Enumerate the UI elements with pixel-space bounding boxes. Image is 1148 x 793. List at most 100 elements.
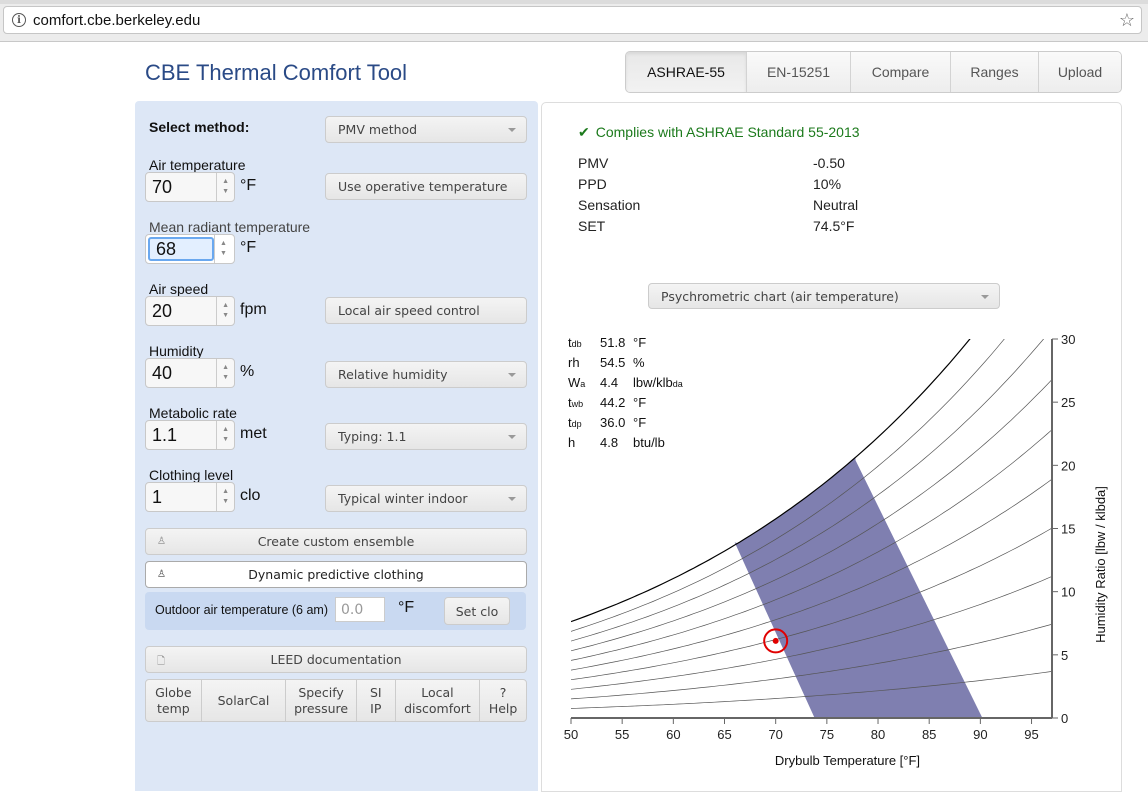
- globe-temp-button[interactable]: Globe temp: [146, 680, 201, 721]
- metabolic-rate-input[interactable]: 1.1 ▲ ▼: [145, 420, 235, 450]
- user-icon: ♙: [157, 536, 166, 547]
- url-text[interactable]: comfort.cbe.berkeley.edu: [33, 12, 200, 29]
- user-icon: ♙: [157, 569, 166, 580]
- air-temperature-input[interactable]: 70 ▲ ▼: [145, 172, 235, 202]
- x-tick-label: 90: [973, 727, 987, 742]
- metabolic-rate-label: Metabolic rate: [149, 405, 237, 421]
- y-tick-label: 30: [1061, 332, 1075, 347]
- specify-pressure-button[interactable]: Specify pressure: [285, 680, 356, 721]
- chevron-down-icon: [508, 435, 516, 439]
- air-speed-unit: fpm: [240, 301, 267, 318]
- outdoor-temperature-input[interactable]: 0.0: [335, 597, 385, 622]
- activity-value: Typing: 1.1: [338, 429, 407, 444]
- spinner-arrows-icon[interactable]: ▲ ▼: [216, 421, 234, 449]
- method-select[interactable]: PMV method: [325, 116, 527, 143]
- air-temperature-value[interactable]: 70: [146, 173, 216, 201]
- clothing-ensemble-select[interactable]: Typical winter indoor: [325, 485, 527, 512]
- tab-ranges[interactable]: Ranges: [950, 52, 1038, 92]
- tab-en-15251[interactable]: EN-15251: [746, 52, 850, 92]
- browser-toolbar: i comfort.cbe.berkeley.edu ☆: [0, 0, 1148, 42]
- leed-documentation-label: LEED documentation: [270, 652, 402, 667]
- set-clo-button[interactable]: Set clo: [444, 597, 510, 625]
- ppd-label: PPD: [578, 176, 607, 192]
- activity-select[interactable]: Typing: 1.1: [325, 423, 527, 450]
- outdoor-temperature-panel: Outdoor air temperature (6 am) 0.0 °F Se…: [145, 592, 526, 630]
- y-tick-label: 10: [1061, 585, 1075, 600]
- clothing-level-unit: clo: [240, 487, 261, 504]
- create-custom-ensemble-label: Create custom ensemble: [257, 534, 415, 549]
- chevron-down-icon: [508, 373, 516, 377]
- x-tick-label: 55: [615, 727, 629, 742]
- tab-ashrae-55[interactable]: ASHRAE-55: [626, 52, 746, 92]
- app-title: CBE Thermal Comfort Tool: [145, 60, 408, 85]
- compliance-text: Complies with ASHRAE Standard 55-2013: [595, 124, 860, 140]
- humidity-value[interactable]: 40: [146, 359, 216, 387]
- spinner-arrows-icon[interactable]: ▲ ▼: [216, 297, 234, 325]
- tab-upload[interactable]: Upload: [1038, 52, 1121, 92]
- y-tick-label: 0: [1061, 711, 1068, 726]
- chevron-down-icon: [981, 295, 989, 299]
- x-tick-label: 70: [768, 727, 782, 742]
- set-value: 74.5°F: [813, 218, 855, 234]
- si-ip-toggle-button[interactable]: SI IP: [355, 680, 395, 721]
- set-label: SET: [578, 218, 606, 234]
- chevron-down-icon: [508, 128, 516, 132]
- psychrometric-chart[interactable]: 50 55 60 65 70 75 80 85 90 95 0 5 10 15 20 25 30 Drybulb …: [542, 323, 1123, 793]
- pmv-label: PMV: [578, 155, 609, 171]
- current-condition-point: [772, 637, 779, 644]
- mean-radiant-temperature-input[interactable]: 68 ▲ ▼: [145, 234, 235, 264]
- spinner-arrows-icon[interactable]: ▲ ▼: [216, 359, 234, 387]
- sensation-label: Sensation: [578, 197, 641, 213]
- use-operative-temperature-button[interactable]: Use operative temperature: [325, 173, 527, 200]
- y-axis-label: Humidity Ratio [lbw / klbda]: [1093, 486, 1108, 643]
- humidity-type-select[interactable]: Relative humidity: [325, 361, 527, 388]
- leed-documentation-button[interactable]: 🗋 LEED documentation: [145, 646, 527, 673]
- clothing-level-input[interactable]: 1 ▲ ▼: [145, 482, 235, 512]
- metabolic-rate-value[interactable]: 1.1: [146, 421, 216, 449]
- comfort-zone: [734, 457, 983, 718]
- compliance-status: ✔ Complies with ASHRAE Standard 55-2013: [578, 124, 860, 141]
- spinner-arrows-icon[interactable]: ▲ ▼: [216, 173, 234, 201]
- x-tick-label: 60: [666, 727, 680, 742]
- dynamic-predictive-clothing-button[interactable]: ♙ Dynamic predictive clothing: [145, 561, 527, 588]
- y-tick-label: 15: [1061, 522, 1075, 537]
- y-tick-label: 5: [1061, 648, 1068, 663]
- input-panel: Select method: PMV method Air temperatur…: [135, 101, 538, 791]
- chart-type-select[interactable]: Psychrometric chart (air temperature): [648, 283, 1000, 309]
- help-button[interactable]: ? Help: [479, 680, 526, 721]
- address-bar[interactable]: i comfort.cbe.berkeley.edu ☆: [3, 6, 1142, 34]
- air-temperature-label: Air temperature: [149, 157, 246, 173]
- spinner-arrows-icon[interactable]: ▲ ▼: [214, 235, 232, 263]
- info-icon[interactable]: i: [12, 13, 26, 27]
- air-speed-input[interactable]: 20 ▲ ▼: [145, 296, 235, 326]
- pmv-value: -0.50: [813, 155, 845, 171]
- spinner-arrows-icon[interactable]: ▲ ▼: [216, 483, 234, 511]
- x-tick-label: 65: [717, 727, 731, 742]
- ppd-value: 10%: [813, 176, 842, 192]
- star-icon[interactable]: ☆: [1119, 10, 1135, 31]
- x-tick-label: 75: [820, 727, 834, 742]
- mean-radiant-temperature-value[interactable]: 68: [148, 237, 214, 261]
- humidity-label: Humidity: [149, 343, 204, 359]
- sensation-value: Neutral: [813, 197, 859, 213]
- checkmark-icon: ✔: [578, 124, 590, 140]
- method-label: Select method:: [149, 119, 250, 135]
- chart-type-value: Psychrometric chart (air temperature): [661, 288, 899, 304]
- solarcal-button[interactable]: SolarCal: [200, 680, 286, 721]
- clothing-level-label: Clothing level: [149, 467, 234, 483]
- air-temperature-unit: °F: [240, 177, 257, 194]
- humidity-unit: %: [240, 363, 255, 380]
- local-air-speed-control-button[interactable]: Local air speed control: [325, 297, 527, 324]
- create-custom-ensemble-button[interactable]: ♙ Create custom ensemble: [145, 528, 527, 555]
- chevron-down-icon: [508, 497, 516, 501]
- tab-compare[interactable]: Compare: [850, 52, 950, 92]
- local-discomfort-button[interactable]: Local discomfort: [394, 680, 480, 721]
- clothing-level-value[interactable]: 1: [146, 483, 216, 511]
- humidity-input[interactable]: 40 ▲ ▼: [145, 358, 235, 388]
- x-tick-label: 95: [1024, 727, 1038, 742]
- x-tick-label: 85: [922, 727, 936, 742]
- air-speed-value[interactable]: 20: [146, 297, 216, 325]
- x-axis-label: Drybulb Temperature [°F]: [775, 753, 920, 768]
- results-panel: ✔ Complies with ASHRAE Standard 55-2013 P…: [541, 102, 1122, 792]
- air-speed-label: Air speed: [149, 281, 209, 297]
